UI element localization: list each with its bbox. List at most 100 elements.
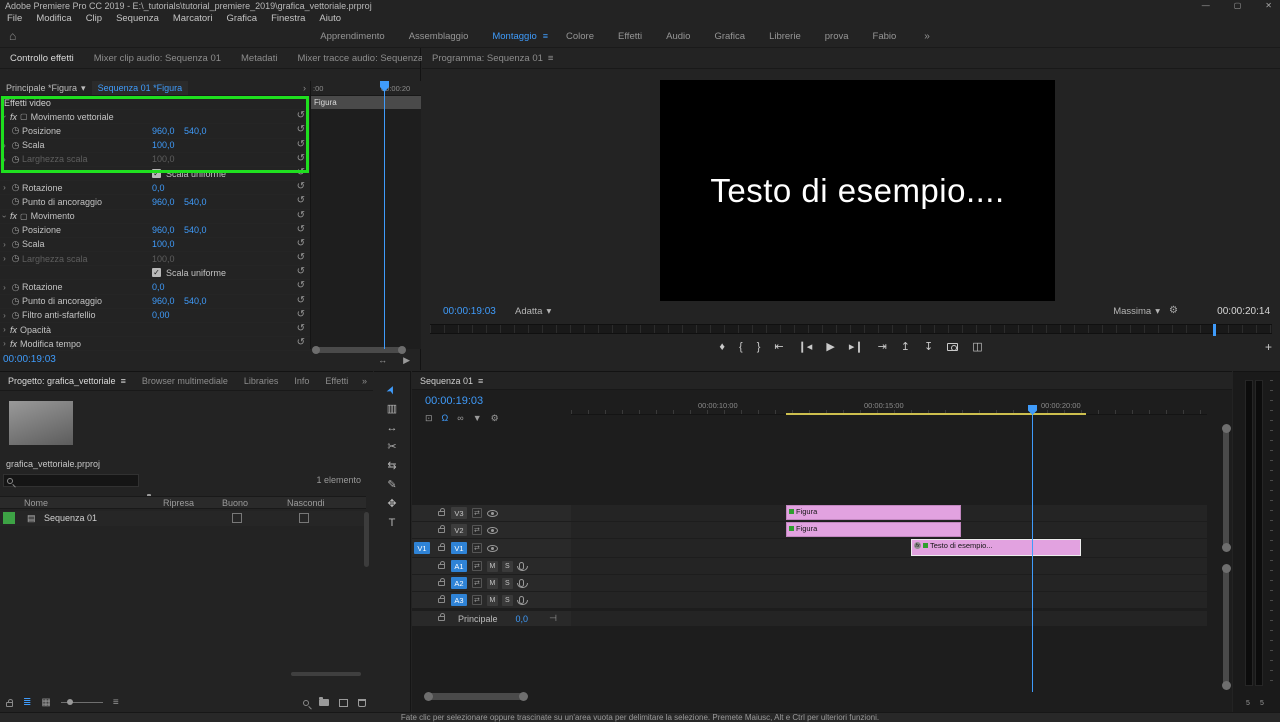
tool-slip[interactable]: ⇆: [387, 460, 396, 472]
workspace-colore[interactable]: Colore: [554, 25, 606, 48]
stopwatch-icon[interactable]: ◷: [9, 253, 22, 264]
value-field[interactable]: 540,0: [184, 197, 207, 207]
voiceover-mic-icon[interactable]: [519, 579, 524, 587]
track-target-v3[interactable]: V3: [451, 507, 467, 519]
workspace-prova[interactable]: prova: [813, 25, 861, 48]
menu-finestra[interactable]: Finestra: [264, 13, 312, 24]
play-button[interactable]: ▶: [826, 340, 834, 353]
track-lane-v1[interactable]: fxTesto di esempio...: [571, 539, 1207, 557]
track-lock-icon[interactable]: [438, 528, 445, 533]
tab-mixer-clip-audio[interactable]: Mixer clip audio: Sequenza 01: [84, 48, 231, 69]
master-volume-value[interactable]: 0,0: [516, 614, 529, 624]
effect-controls-timecode[interactable]: 00:00:19:03: [3, 354, 56, 365]
twirl-icon[interactable]: ›: [0, 112, 9, 121]
reset-icon[interactable]: ↺: [297, 139, 305, 150]
item-name[interactable]: Sequenza 01: [44, 513, 97, 523]
scrubber-playhead[interactable]: [1213, 324, 1216, 336]
track-output-eye-icon[interactable]: [487, 527, 498, 534]
workspace-assemblaggio[interactable]: Assemblaggio: [397, 25, 481, 48]
panel-menu-icon[interactable]: ≡: [548, 48, 554, 69]
sync-lock-icon[interactable]: ⇄: [472, 525, 482, 535]
workspace-librerie[interactable]: Librerie: [757, 25, 813, 48]
mark-in-button[interactable]: {: [739, 341, 743, 353]
tab-effetti[interactable]: Effetti: [317, 372, 356, 391]
voiceover-mic-icon[interactable]: [519, 596, 524, 604]
comparison-view-button[interactable]: ◫: [972, 340, 982, 353]
tab-metadati[interactable]: Metadati: [231, 48, 287, 69]
stopwatch-icon[interactable]: ◷: [9, 225, 22, 236]
menu-clip[interactable]: Clip: [79, 13, 109, 24]
mark-out-button[interactable]: }: [757, 341, 761, 353]
twirl-icon[interactable]: ›: [0, 311, 9, 320]
reset-icon[interactable]: ↺: [297, 309, 305, 320]
column-nascondi[interactable]: Nascondi: [287, 498, 325, 508]
value-field[interactable]: 0,00: [152, 310, 170, 320]
stopwatch-icon[interactable]: ◷: [9, 282, 22, 293]
value-field[interactable]: 0,0: [152, 282, 165, 292]
value-field[interactable]: 540,0: [184, 225, 207, 235]
reset-icon[interactable]: ↺: [297, 167, 305, 178]
workspace-audio[interactable]: Audio: [654, 25, 702, 48]
value-field[interactable]: 960,0: [152, 197, 175, 207]
label-color-chip[interactable]: [3, 512, 15, 524]
tool-pen[interactable]: ✎: [387, 479, 396, 491]
zoom-level-select[interactable]: Adatta ▾: [515, 306, 551, 317]
clip-testo-di-esempio[interactable]: fxTesto di esempio...: [911, 539, 1081, 556]
value-field[interactable]: 960,0: [152, 126, 175, 136]
timeline-vscrollbar-video[interactable]: [1223, 428, 1229, 548]
stopwatch-icon[interactable]: ◷: [9, 154, 22, 165]
value-field[interactable]: 960,0: [152, 296, 175, 306]
timeline-settings-icon[interactable]: ⚙: [491, 413, 499, 424]
column-nome[interactable]: Nome: [24, 498, 48, 508]
sync-lock-icon[interactable]: ⇄: [472, 561, 482, 571]
track-lock-icon[interactable]: [438, 598, 445, 603]
menu-file[interactable]: File: [0, 13, 29, 24]
icon-view-button[interactable]: ▦: [41, 697, 50, 708]
scroll-right-icon[interactable]: ›: [303, 83, 306, 93]
solo-button[interactable]: S: [502, 561, 513, 572]
settings-wrench-icon[interactable]: ⚙: [1169, 305, 1178, 316]
reset-icon[interactable]: ↺: [297, 124, 305, 135]
program-video-frame[interactable]: Testo di esempio....: [660, 80, 1055, 301]
fx-badge-icon[interactable]: fx: [10, 325, 17, 335]
value-field[interactable]: 100,0: [152, 254, 175, 264]
thumbnail-zoom-slider[interactable]: [61, 702, 103, 703]
workspace-menu-icon[interactable]: ≡: [543, 31, 548, 41]
effect-row[interactable]: › fx Opacità ↺: [0, 323, 310, 337]
value-field[interactable]: 100,0: [152, 140, 175, 150]
menu-sequenza[interactable]: Sequenza: [109, 13, 166, 24]
stopwatch-icon[interactable]: ◷: [9, 239, 22, 250]
fx-badge-icon[interactable]: fx: [10, 211, 17, 221]
mute-button[interactable]: M: [487, 578, 498, 589]
project-item-row[interactable]: ▤ Sequenza 01: [0, 511, 366, 526]
tab-info[interactable]: Info: [286, 372, 317, 391]
project-vscrollbar[interactable]: [364, 512, 369, 567]
menu-aiuto[interactable]: Aiuto: [312, 13, 348, 24]
track-target-v2[interactable]: V2: [451, 524, 467, 536]
add-marker-icon[interactable]: ▼: [473, 413, 482, 424]
track-lane-a2[interactable]: [571, 575, 1207, 591]
sync-lock-icon[interactable]: ⇄: [472, 578, 482, 588]
search-input[interactable]: [17, 476, 127, 486]
value-field[interactable]: 100,0: [152, 154, 175, 164]
lift-button[interactable]: ↥: [901, 340, 910, 353]
reset-icon[interactable]: ↺: [297, 323, 305, 334]
solo-button[interactable]: S: [502, 595, 513, 606]
reset-icon[interactable]: ↺: [297, 195, 305, 206]
reset-icon[interactable]: ↺: [297, 224, 305, 235]
panel-menu-icon[interactable]: ≡: [478, 376, 483, 386]
go-to-in-button[interactable]: ⇤: [774, 340, 783, 353]
go-to-out-button[interactable]: ⇥: [878, 340, 887, 353]
maximize-button[interactable]: ▢: [1234, 1, 1242, 10]
stopwatch-icon[interactable]: ◷: [9, 296, 22, 307]
reset-icon[interactable]: ↺: [297, 337, 305, 348]
sync-lock-icon[interactable]: ⇄: [472, 595, 482, 605]
uniform-scale-checkbox[interactable]: ✓: [152, 268, 161, 277]
step-forward-button[interactable]: ▸❙: [849, 340, 864, 353]
program-scrubber[interactable]: [430, 324, 1272, 334]
workspace-grafica[interactable]: Grafica: [702, 25, 757, 48]
tab-mixer-tracce-audio[interactable]: Mixer tracce audio: Sequenza 0: [287, 48, 441, 69]
track-output-eye-icon[interactable]: [487, 510, 498, 517]
timeline-vscrollbar-audio[interactable]: [1223, 568, 1229, 686]
track-target-a2[interactable]: A2: [451, 577, 467, 589]
